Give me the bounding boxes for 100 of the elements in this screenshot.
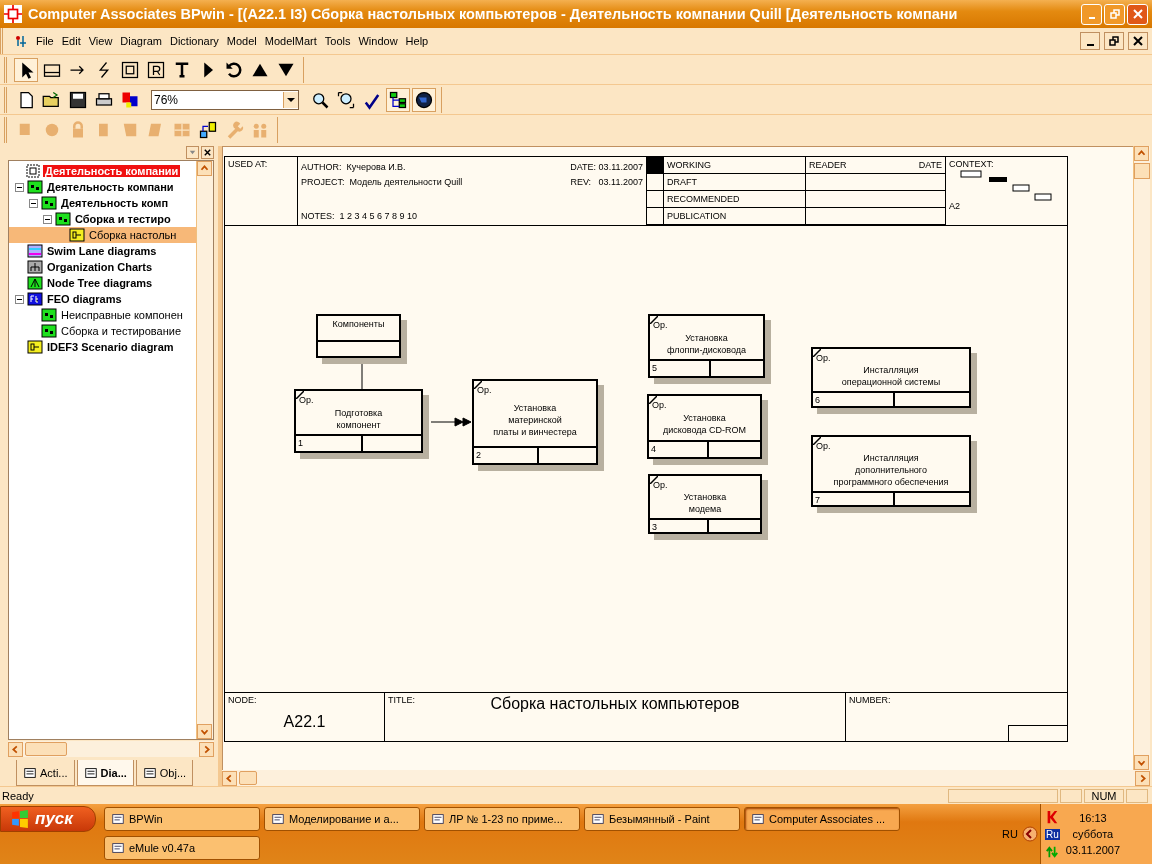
tree-item[interactable]: Неисправные компонен — [9, 307, 196, 323]
status-marker[interactable] — [646, 208, 664, 225]
close-button[interactable] — [201, 146, 214, 159]
status-marker[interactable] — [646, 191, 664, 208]
scroll-left-icon[interactable] — [8, 741, 23, 757]
corner-tick-icon — [649, 396, 657, 404]
tree-item[interactable]: Swim Lane diagrams — [9, 243, 196, 259]
restore-button[interactable] — [1104, 32, 1124, 50]
scroll-right-icon[interactable] — [199, 741, 214, 757]
tree-item[interactable]: Organization Charts — [9, 259, 196, 275]
tree-item[interactable]: Сборка и тестирование — [9, 323, 196, 339]
status-marker[interactable] — [646, 157, 664, 174]
taskbar-button[interactable]: eMule v0.47a — [104, 836, 260, 860]
menu-item[interactable]: Tools — [320, 35, 355, 47]
status-marker[interactable] — [646, 174, 664, 191]
scroll-right-icon[interactable] — [1135, 770, 1150, 786]
collapse-icon[interactable] — [43, 214, 52, 224]
tree-item[interactable]: Node Tree diagrams — [9, 275, 196, 291]
used-at-label: USED AT: — [228, 159, 268, 169]
status-pane — [1126, 788, 1148, 803]
panel-tab-icon — [142, 765, 157, 780]
box-label: Установка материнской платы и винчестера — [492, 401, 578, 439]
vertical-scrollbar[interactable] — [1133, 146, 1150, 770]
number-label: NUMBER: — [849, 695, 891, 705]
status-text: Ready — [1, 789, 35, 802]
idef0-diagram-icon — [41, 323, 57, 339]
menu-item[interactable]: Model — [222, 35, 261, 47]
horizontal-scrollbar[interactable] — [8, 741, 214, 757]
idef0-diagram-icon — [27, 179, 43, 195]
menu-item[interactable]: File — [32, 35, 58, 47]
close-icon — [1132, 9, 1143, 19]
collapse-icon[interactable] — [29, 198, 38, 208]
antivirus-icon[interactable] — [1045, 809, 1060, 824]
box-tag: Ор. — [299, 395, 314, 405]
window-icon — [591, 812, 605, 826]
taskbar-button[interactable]: ЛР № 1-23 по приме... — [424, 807, 580, 831]
scroll-left-icon[interactable] — [222, 770, 237, 786]
minimize-icon — [1086, 44, 1094, 46]
corner-tick-icon — [650, 316, 658, 324]
language-indicator[interactable]: RU — [1002, 828, 1018, 840]
panel-tab-icon — [83, 765, 98, 780]
tree-view-icon[interactable] — [387, 88, 409, 111]
start-button[interactable]: пуск — [0, 806, 96, 832]
vertical-scrollbar[interactable] — [196, 161, 213, 739]
corner-tick-icon — [813, 437, 821, 445]
taskbar-button[interactable]: BPWin — [104, 807, 260, 831]
date-field: DATE: 03.11.2007 — [570, 161, 643, 172]
box-number: 7 — [813, 493, 895, 507]
tree-item[interactable]: Деятельность компани — [9, 179, 196, 195]
tree-item[interactable]: Сборка настольн — [9, 227, 196, 243]
idef0-diagram-icon — [41, 195, 57, 211]
panel-tab[interactable]: Dia... — [76, 760, 134, 786]
clock-date: 03.11.2007 — [1065, 844, 1121, 856]
globe-icon[interactable] — [413, 88, 435, 111]
swimlane-diagram-icon — [27, 243, 43, 259]
menu-item[interactable]: View — [84, 35, 117, 47]
menu-item[interactable]: ModelMart — [260, 35, 321, 47]
clock-time: 16:13 — [1079, 812, 1107, 824]
panel-tab-icon — [23, 765, 37, 780]
collapse-icon[interactable] — [15, 294, 24, 304]
scroll-down-icon[interactable] — [197, 724, 212, 739]
scrollbar-thumb[interactable] — [239, 771, 257, 785]
num-lock-indicator: NUM — [1084, 788, 1124, 803]
taskbar-button[interactable]: Computer Associates ... — [744, 807, 900, 831]
box-label: Установка флоппи-дисковода — [666, 331, 747, 356]
tree-item[interactable]: Сборка и тестиро — [9, 211, 196, 227]
idef3-diagram-icon — [69, 227, 85, 243]
tree-item[interactable]: Деятельность комп — [9, 195, 196, 211]
scrollbar-thumb[interactable] — [25, 742, 67, 756]
horizontal-scrollbar[interactable] — [222, 770, 1150, 786]
menu-item[interactable]: Help — [401, 35, 433, 47]
status-label: RECOMMENDED — [667, 194, 740, 204]
menu-item[interactable]: Dictionary — [165, 35, 223, 47]
scroll-up-icon[interactable] — [197, 161, 212, 176]
keyboard-layout-icon[interactable]: Ru — [1045, 828, 1060, 840]
taskbar-button[interactable]: Безымянный - Paint — [584, 807, 740, 831]
menu-item[interactable]: Diagram — [116, 35, 166, 47]
box-tag: Ор. — [477, 385, 492, 395]
tree-item[interactable]: FEO diagrams — [9, 291, 196, 307]
panel-tab[interactable]: Acti... — [16, 760, 75, 786]
tree-item[interactable]: IDEF3 Scenario diagram — [9, 339, 196, 355]
collapse-icon[interactable] — [15, 182, 24, 192]
scroll-down-icon[interactable] — [1134, 755, 1149, 770]
menu-item[interactable]: Edit — [57, 35, 85, 47]
scroll-up-icon[interactable] — [1134, 146, 1149, 161]
show-hidden-icons-button[interactable] — [1022, 826, 1038, 842]
box-label: Подготовка компонент — [333, 406, 384, 431]
zoom-combo[interactable]: 76% — [151, 89, 299, 110]
document-icon — [13, 33, 29, 49]
taskbar-button[interactable]: Моделирование и а... — [264, 807, 420, 831]
scrollbar-thumb[interactable] — [1134, 163, 1150, 179]
idef0-diagram-icon — [55, 211, 71, 227]
menu-item[interactable]: Window — [354, 35, 402, 47]
minimize-button[interactable] — [1080, 32, 1100, 50]
box-number: 2 — [474, 448, 539, 463]
pointer-icon[interactable] — [15, 58, 37, 81]
diagram-title: Сборка настольных компьютеров — [490, 695, 740, 713]
panel-tab[interactable]: Obj... — [135, 760, 194, 786]
close-button[interactable] — [1128, 32, 1148, 50]
node-number: A22.1 — [283, 713, 326, 731]
